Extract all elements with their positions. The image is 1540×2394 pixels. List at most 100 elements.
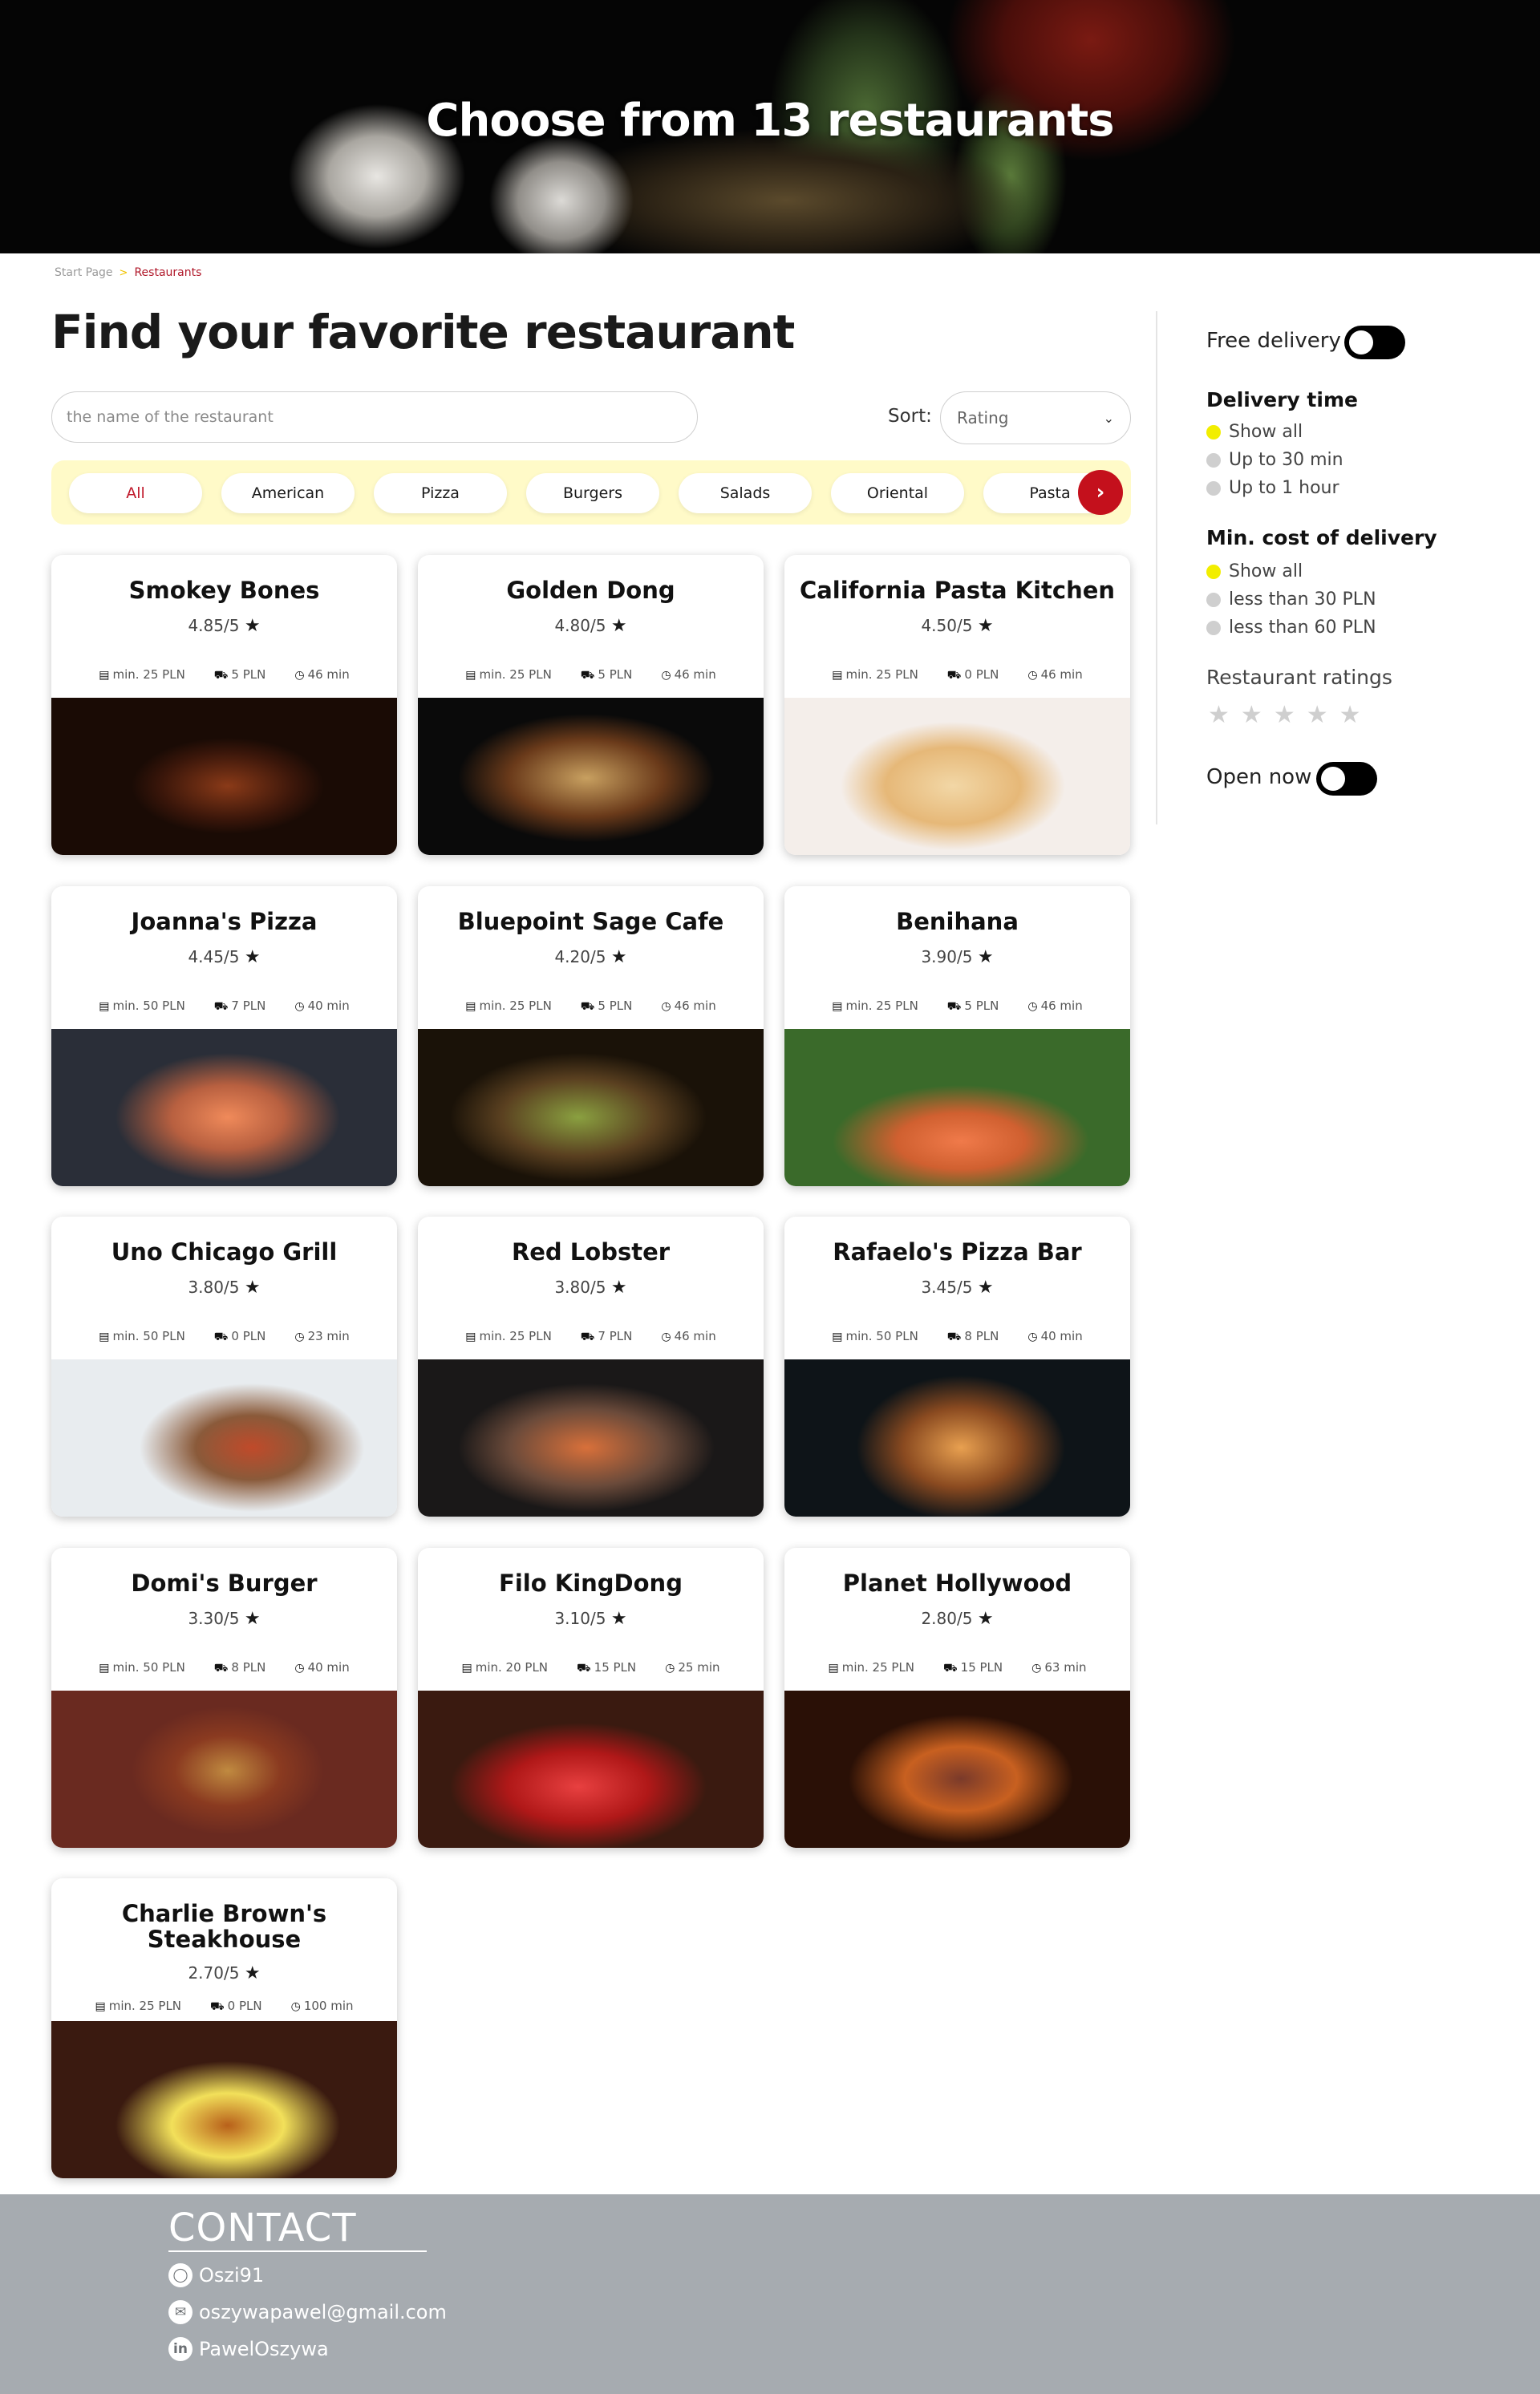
star-icon[interactable]: ★ <box>1339 701 1361 729</box>
star-icon[interactable]: ★ <box>1241 701 1262 729</box>
delivery-cost-value: 5 PLN <box>598 667 633 682</box>
contact-github[interactable]: ◯ Oszi91 <box>168 2263 264 2287</box>
truck-icon: ⛟ <box>946 1331 962 1343</box>
contact-linkedin[interactable]: in PawelOszywa <box>168 2337 329 2361</box>
star-icon[interactable]: ★ <box>1274 701 1295 729</box>
restaurant-image <box>418 1691 764 1848</box>
rating-value: 4.20/5 <box>554 947 606 966</box>
sort-label: Sort: <box>888 406 932 427</box>
restaurant-meta: ▤ min. 25 PLN ⛟ 5 PLN ◷ 46 min <box>51 667 397 683</box>
sort-select[interactable]: Rating ⌄ <box>940 391 1131 444</box>
restaurant-card[interactable]: California Pasta Kitchen 4.50/5 ★ ▤ min. 25… <box>784 555 1130 855</box>
delivery-cost-value: 7 PLN <box>231 999 266 1013</box>
star-icon[interactable]: ★ <box>1307 701 1328 729</box>
delivery-time-value: 63 min <box>1044 1660 1087 1675</box>
category-american[interactable]: American <box>221 473 355 513</box>
money-icon: ▤ <box>465 1331 476 1343</box>
category-all[interactable]: All <box>69 473 202 513</box>
restaurant-rating: 3.10/5 ★ <box>418 1609 764 1629</box>
star-icon: ★ <box>610 1278 627 1298</box>
chevron-right-icon: > <box>119 266 128 279</box>
delivery-cost-value: 15 PLN <box>594 1660 637 1675</box>
truck-icon: ⛟ <box>580 1331 595 1343</box>
truck-icon: ⛟ <box>577 1662 591 1675</box>
delivery-cost: ⛟ 15 PLN <box>577 1660 636 1676</box>
radio-dot <box>1206 620 1221 635</box>
restaurant-card[interactable]: Golden Dong 4.80/5 ★ ▤ min. 25 PLN ⛟ 5 PLN ◷ 46… <box>418 555 764 855</box>
restaurant-rating: 3.90/5 ★ <box>784 947 1130 967</box>
restaurant-rating: 4.45/5 ★ <box>51 947 397 967</box>
contact-linkedin-text: PawelOszywa <box>199 2338 329 2360</box>
restaurant-card[interactable]: Planet Hollywood 2.80/5 ★ ▤ min. 25 PLN ⛟ 15 … <box>784 1548 1130 1848</box>
delivery-cost-value: 7 PLN <box>598 1329 633 1343</box>
restaurant-rating: 2.70/5 ★ <box>51 1963 397 1983</box>
category-oriental[interactable]: Oriental <box>831 473 964 513</box>
restaurant-card[interactable]: Red Lobster 3.80/5 ★ ▤ min. 25 PLN ⛟ 7 PLN ◷ 46… <box>418 1217 764 1517</box>
money-icon: ▤ <box>465 669 476 682</box>
delivery-time: ◷ 46 min <box>661 1329 715 1345</box>
delivery-cost-value: 5 PLN <box>964 999 999 1013</box>
restaurant-card[interactable]: Rafaelo's Pizza Bar 3.45/5 ★ ▤ min. 50 PLN ⛟… <box>784 1217 1130 1517</box>
restaurant-image <box>784 1029 1130 1186</box>
restaurant-meta: ▤ min. 25 PLN ⛟ 0 PLN ◷ 46 min <box>784 667 1130 683</box>
restaurant-card[interactable]: Benihana 3.90/5 ★ ▤ min. 25 PLN ⛟ 5 PLN ◷ 46 mi… <box>784 886 1130 1186</box>
delivery-time: ◷ 40 min <box>294 999 349 1015</box>
min-order-value: min. 25 PLN <box>845 999 918 1013</box>
min-order-value: min. 25 PLN <box>841 1660 915 1675</box>
ratings-title: Restaurant ratings <box>1206 666 1392 689</box>
min-cost-option-30[interactable]: less than 30 PLN <box>1206 589 1376 610</box>
min-cost-option-all[interactable]: Show all <box>1206 561 1303 581</box>
delivery-time: ◷ 100 min <box>291 1999 354 2015</box>
restaurant-meta: ▤ min. 50 PLN ⛟ 0 PLN ◷ 23 min <box>51 1329 397 1345</box>
delivery-cost: ⛟ 5 PLN <box>214 667 266 683</box>
next-category-button[interactable]: › <box>1078 470 1123 515</box>
min-order-value: min. 25 PLN <box>479 1329 552 1343</box>
breadcrumb-current: Restaurants <box>134 266 202 279</box>
min-order: ▤ min. 25 PLN <box>465 1329 552 1345</box>
clock-icon: ◷ <box>661 1000 671 1013</box>
category-pizza[interactable]: Pizza <box>374 473 507 513</box>
delivery-time-option-all[interactable]: Show all <box>1206 422 1303 442</box>
delivery-time-option-60[interactable]: Up to 1 hour <box>1206 478 1339 498</box>
restaurant-card[interactable]: Charlie Brown's Steakhouse 2.70/5 ★ ▤ min. … <box>51 1878 397 2178</box>
restaurant-card[interactable]: Bluepoint Sage Cafe 4.20/5 ★ ▤ min. 25 PLN ⛟… <box>418 886 764 1186</box>
contact-github-text: Oszi91 <box>199 2264 265 2287</box>
truck-icon: ⛟ <box>213 1662 229 1675</box>
restaurant-meta: ▤ min. 25 PLN ⛟ 15 PLN ◷ 63 min <box>784 1660 1130 1676</box>
free-delivery-toggle[interactable] <box>1344 326 1405 359</box>
money-icon: ▤ <box>99 1331 110 1343</box>
radio-dot <box>1206 592 1221 607</box>
category-salads[interactable]: Salads <box>679 473 812 513</box>
delivery-cost-value: 0 PLN <box>231 1329 266 1343</box>
restaurant-card[interactable]: Domi's Burger 3.30/5 ★ ▤ min. 50 PLN ⛟ 8 PLN ◷… <box>51 1548 397 1848</box>
restaurant-card[interactable]: Smokey Bones 4.85/5 ★ ▤ min. 25 PLN ⛟ 5 PLN ◷ 4… <box>51 555 397 855</box>
rating-value: 4.80/5 <box>554 616 606 635</box>
restaurant-image <box>784 1691 1130 1848</box>
breadcrumb-start-page[interactable]: Start Page <box>55 266 113 279</box>
restaurant-card[interactable]: Filo KingDong 3.10/5 ★ ▤ min. 20 PLN ⛟ 15 PLN… <box>418 1548 764 1848</box>
open-now-toggle[interactable] <box>1316 762 1377 796</box>
restaurant-card[interactable]: Joanna's Pizza 4.45/5 ★ ▤ min. 50 PLN ⛟ 7 PLN… <box>51 886 397 1186</box>
radio-dot <box>1206 452 1221 468</box>
restaurant-rating: 3.30/5 ★ <box>51 1609 397 1629</box>
delivery-time-value: 40 min <box>307 999 350 1013</box>
category-burgers[interactable]: Burgers <box>526 473 659 513</box>
clock-icon: ◷ <box>290 2000 301 2013</box>
restaurant-name: Smokey Bones <box>128 577 320 604</box>
restaurant-meta: ▤ min. 20 PLN ⛟ 15 PLN ◷ 25 min <box>418 1660 764 1676</box>
min-order: ▤ min. 25 PLN <box>465 999 552 1015</box>
search-input[interactable] <box>51 391 698 443</box>
restaurant-rating: 4.50/5 ★ <box>784 616 1130 636</box>
option-label: less than 30 PLN <box>1229 589 1376 610</box>
contact-email[interactable]: ✉ oszywapawel@gmail.com <box>168 2300 447 2324</box>
star-icon[interactable]: ★ <box>1208 701 1230 729</box>
restaurant-card[interactable]: Uno Chicago Grill 3.80/5 ★ ▤ min. 50 PLN ⛟ 0 … <box>51 1217 397 1517</box>
min-cost-option-60[interactable]: less than 60 PLN <box>1206 618 1376 638</box>
truck-icon: ⛟ <box>943 1662 958 1675</box>
clock-icon: ◷ <box>1027 1000 1038 1013</box>
delivery-time-value: 46 min <box>307 667 350 682</box>
delivery-time: ◷ 40 min <box>1027 1329 1082 1345</box>
delivery-time-option-30[interactable]: Up to 30 min <box>1206 450 1343 470</box>
clock-icon: ◷ <box>294 669 305 682</box>
min-order: ▤ min. 25 PLN <box>832 999 918 1015</box>
